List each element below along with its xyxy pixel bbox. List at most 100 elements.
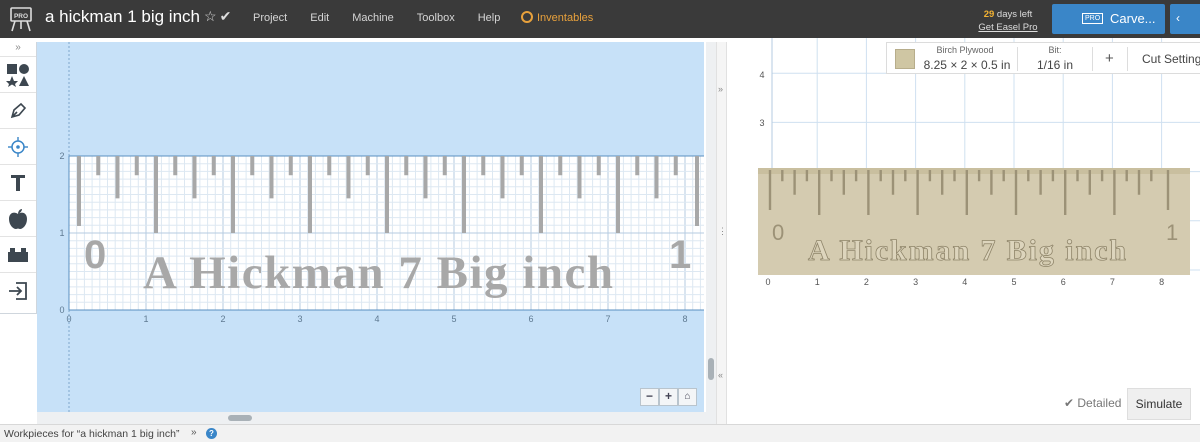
carved-zero-label: 0 [772, 220, 784, 245]
workpieces-label[interactable]: Workpieces for “a hickman 1 big inch” [4, 428, 179, 440]
design-canvas[interactable]: 01A Hickman 7 Big inch012345678012 inch … [37, 42, 704, 442]
preview-x-tick-label: 4 [962, 277, 967, 287]
shapes-tool[interactable] [0, 57, 36, 93]
carve-label: Carve... [1110, 11, 1156, 26]
apple-icon [9, 208, 27, 229]
help-icon[interactable]: ? [206, 428, 217, 439]
material-swatch[interactable] [895, 49, 915, 69]
x-tick-label: 0 [66, 314, 71, 324]
x-tick-label: 6 [528, 314, 533, 324]
preview-y-tick-label: 3 [759, 118, 764, 128]
workpieces-bar: Workpieces for “a hickman 1 big inch” » … [0, 424, 1200, 442]
menu-edit[interactable]: Edit [310, 12, 329, 24]
design-horizontal-scrollbar[interactable] [37, 412, 716, 424]
preview-x-tick-label: 3 [913, 277, 918, 287]
drag-handle-icon[interactable]: ⋮ [718, 226, 727, 237]
zoom-out-button[interactable]: − [640, 388, 659, 406]
menu-help[interactable]: Help [478, 12, 501, 24]
zoom-in-button[interactable]: + [659, 388, 678, 406]
menu-toolbox[interactable]: Toolbox [417, 12, 455, 24]
home-icon: ⌂ [684, 391, 691, 402]
menu-machine[interactable]: Machine [352, 12, 394, 24]
check-icon: ✔ [1064, 396, 1078, 410]
preview-svg: 0 1 A Hickman 7 Big inch 0 1 2 3 4 5 6 7 8 3 4 [758, 38, 1200, 287]
carve-preview[interactable]: 0 1 A Hickman 7 Big inch 0 1 2 3 4 5 6 7 8 3 4 Birch … [728, 38, 1200, 424]
trial-days-text: days left [994, 9, 1033, 20]
star-icon[interactable]: ☆ [204, 8, 217, 24]
preview-x-tick-label: 6 [1061, 277, 1066, 287]
detailed-view-option[interactable]: ✔ Detailed [1064, 396, 1121, 410]
ruler-one-label: 1 [669, 233, 691, 277]
vertical-scroll-thumb[interactable] [708, 358, 714, 380]
ruler-zero-label: 0 [84, 233, 106, 277]
home-view-button[interactable]: ⌂ [678, 388, 697, 406]
plywood-edge [758, 168, 1190, 174]
pro-badge: PRO [1082, 13, 1104, 24]
apps-tool[interactable] [0, 201, 36, 237]
text-icon [11, 174, 25, 191]
crosshair-icon [8, 136, 28, 157]
preview-x-tick-label: 5 [1011, 277, 1016, 287]
preview-y-tick-label: 4 [759, 70, 764, 80]
import-tool[interactable] [0, 273, 36, 309]
x-tick-label: 1 [143, 314, 148, 324]
material-name[interactable]: Birch Plywood [921, 45, 1009, 55]
main-menu: Project Edit Machine Toolbox Help [253, 12, 523, 24]
divider [1017, 47, 1018, 71]
x-tick-label: 4 [374, 314, 379, 324]
import-icon [9, 282, 27, 300]
design-workpiece-svg[interactable]: 0 1 A Hickman 7 Big inch 0 1 2 3 4 5 6 7 8 0 1 2 [37, 42, 704, 412]
bit-caption: Bit: [1048, 45, 1062, 55]
top-bar: PRO a hickman 1 big inch ☆ ✔ Project Edit… [0, 0, 1200, 38]
carve-button[interactable]: PRO Carve... [1052, 4, 1165, 34]
pane-splitter[interactable]: » ⋮ « [716, 42, 727, 424]
bit-size[interactable]: 1/16 in [1030, 58, 1080, 72]
trial-status: 29 days left Get Easel Pro [976, 8, 1040, 34]
divider [1127, 47, 1128, 71]
carved-ruler-text: A Hickman 7 Big inch [808, 234, 1126, 267]
lego-brick-icon [8, 247, 28, 262]
add-bit-button[interactable]: + [1105, 50, 1114, 67]
ruler-text: A Hickman 7 Big inch [143, 247, 613, 299]
zoom-controls: − + [640, 388, 678, 406]
collapse-tools-button[interactable]: » [0, 42, 36, 57]
preview-x-tick-label: 7 [1110, 277, 1115, 287]
trial-days-count: 29 [983, 9, 995, 20]
inventables-link[interactable]: Inventables [521, 11, 593, 24]
tool-panel: » [0, 42, 37, 314]
expand-left-icon[interactable]: « [718, 370, 723, 380]
x-tick-label: 8 [682, 314, 687, 324]
get-easel-pro-link[interactable]: Get Easel Pro [976, 21, 1040, 34]
menu-project[interactable]: Project [253, 12, 287, 24]
design-vertical-scrollbar[interactable] [706, 42, 716, 412]
pen-tool[interactable] [0, 93, 36, 129]
expand-right-icon[interactable]: » [718, 84, 723, 94]
easel-logo[interactable]: PRO [8, 5, 34, 33]
target-tool[interactable] [0, 129, 36, 165]
carve-menu-button[interactable]: ‹ [1170, 4, 1200, 34]
double-chevron-up-icon: » [15, 42, 21, 53]
preview-x-tick-label: 2 [864, 277, 869, 287]
cut-settings-button[interactable]: Cut Settings [1142, 52, 1200, 66]
horizontal-scroll-thumb[interactable] [228, 415, 252, 421]
x-tick-label: 2 [220, 314, 225, 324]
double-chevron-down-icon[interactable]: » [191, 427, 197, 438]
detailed-label: Detailed [1077, 396, 1122, 410]
text-tool[interactable] [0, 165, 36, 201]
project-title[interactable]: a hickman 1 big inch [45, 7, 200, 27]
inventables-label: Inventables [537, 12, 594, 24]
svg-text:PRO: PRO [14, 13, 28, 20]
simulate-button[interactable]: Simulate [1127, 388, 1191, 420]
chevron-left-icon: ‹ [1176, 11, 1180, 25]
lego-tool[interactable] [0, 237, 36, 273]
y-tick-label: 0 [59, 305, 64, 315]
material-dimensions[interactable]: 8.25 × 2 × 0.5 in [921, 58, 1013, 72]
preview-x-tick-label: 0 [765, 277, 770, 287]
shapes-icon [6, 63, 29, 87]
x-tick-label: 5 [451, 314, 456, 324]
x-tick-label: 3 [297, 314, 302, 324]
divider [1092, 47, 1093, 71]
preview-x-tick-label: 8 [1159, 277, 1164, 287]
material-panel: Birch Plywood 8.25 × 2 × 0.5 in Bit: 1/1… [886, 42, 1200, 74]
preview-x-tick-label: 1 [815, 277, 820, 287]
